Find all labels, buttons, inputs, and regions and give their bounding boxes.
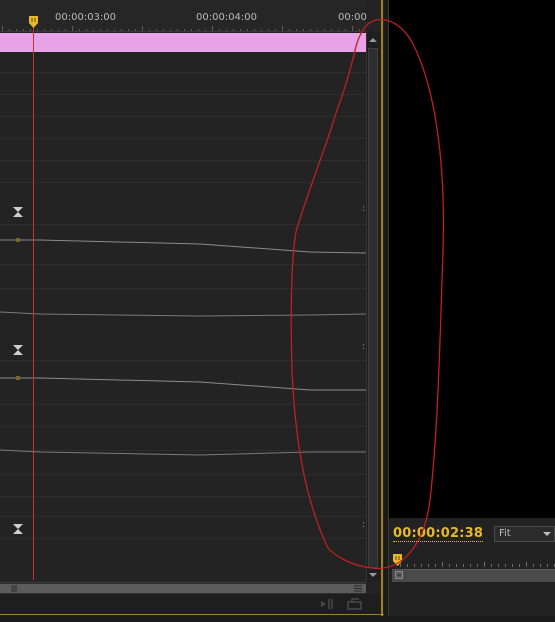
track-area[interactable]: : : : bbox=[0, 32, 366, 580]
monitor-ruler-tick bbox=[491, 564, 492, 567]
scroll-grip-icon[interactable] bbox=[354, 585, 362, 592]
playhead-timecode[interactable]: 00:00:02:38 bbox=[393, 526, 484, 542]
ruler-label: 00:00:03:00 bbox=[55, 12, 117, 23]
monitor-ruler-tick bbox=[407, 564, 408, 567]
playhead-marker-icon[interactable] bbox=[392, 554, 403, 566]
monitor-ruler-tick bbox=[533, 564, 534, 567]
ruler-label: 00:00:04:00 bbox=[196, 12, 258, 23]
monitor-ruler-tick bbox=[456, 564, 457, 567]
monitor-ruler-tick bbox=[435, 564, 436, 567]
monitor-ruler-tick bbox=[519, 564, 520, 567]
monitor-ruler-tick bbox=[498, 564, 499, 567]
monitor-video-frame[interactable] bbox=[389, 0, 555, 518]
monitor-ruler-tick bbox=[470, 564, 471, 567]
monitor-ruler-tick bbox=[442, 562, 443, 567]
playhead-line[interactable] bbox=[33, 22, 34, 580]
export-frame-icon[interactable] bbox=[347, 598, 363, 610]
keyframe-nav-icon[interactable] bbox=[12, 206, 24, 218]
ruler-label: 00:00 bbox=[338, 12, 367, 23]
vertical-scroll-thumb[interactable] bbox=[368, 48, 378, 568]
monitor-ruler-tick bbox=[512, 564, 513, 567]
monitor-ruler-tick bbox=[449, 564, 450, 567]
monitor-ruler-tick bbox=[484, 562, 485, 567]
zoom-level-select[interactable]: Fit bbox=[494, 526, 555, 542]
monitor-ruler-tick bbox=[547, 564, 548, 567]
insert-icon[interactable] bbox=[320, 598, 334, 610]
monitor-ruler-tick bbox=[463, 564, 464, 567]
arrow-down-icon[interactable] bbox=[366, 569, 380, 581]
scroll-grip-icon[interactable] bbox=[10, 585, 18, 592]
arrow-up-icon[interactable] bbox=[366, 34, 380, 46]
monitor-ruler-tick bbox=[477, 564, 478, 567]
chevron-down-icon bbox=[543, 532, 551, 536]
monitor-ruler-tick bbox=[526, 562, 527, 567]
zoom-level-value: Fit bbox=[499, 528, 511, 539]
monitor-ruler-tick bbox=[505, 564, 506, 567]
keyframe-dot-icon[interactable] bbox=[16, 238, 20, 242]
monitor-zoom-scrollbar[interactable] bbox=[392, 569, 555, 582]
monitor-ruler-tick bbox=[428, 564, 429, 567]
monitor-ruler-tick bbox=[414, 564, 415, 567]
keyframe-nav-icon[interactable] bbox=[12, 344, 24, 356]
time-ruler[interactable]: 00:00:03:00 00:00:04:00 00:00 bbox=[0, 0, 367, 32]
panel-focus-border bbox=[0, 614, 384, 615]
panel-focus-border bbox=[381, 0, 383, 616]
horizontal-scroll-thumb[interactable] bbox=[0, 584, 366, 593]
monitor-ruler-tick bbox=[540, 564, 541, 567]
keyframe-dot-icon[interactable] bbox=[16, 376, 20, 380]
keyframe-graph-lines[interactable] bbox=[0, 32, 366, 580]
playhead-marker-icon[interactable] bbox=[28, 16, 39, 28]
keyframe-nav-icon[interactable] bbox=[12, 523, 24, 535]
monitor-ruler-tick bbox=[421, 564, 422, 567]
scroll-grip-icon[interactable] bbox=[395, 571, 403, 579]
